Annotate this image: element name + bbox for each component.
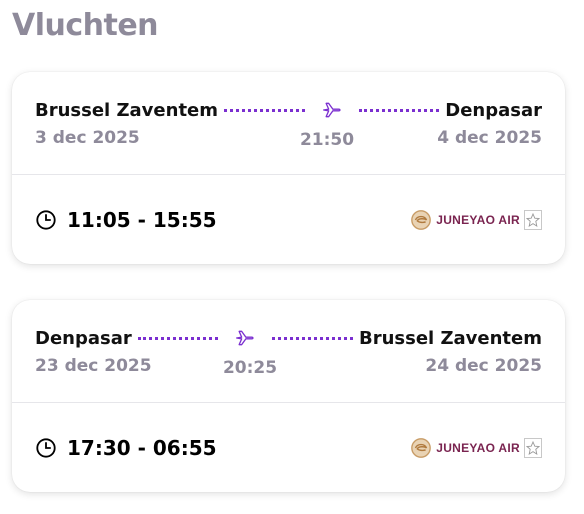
route-dots-right xyxy=(272,336,353,340)
depart-date: 3 dec 2025 xyxy=(35,128,140,148)
route-dots-left xyxy=(224,108,305,112)
section-title: Vluchten xyxy=(12,8,159,43)
route-dots-left xyxy=(137,336,219,340)
flight-card-return[interactable]: Denpasar Brussel Zaventem 23 dec 2025 24… xyxy=(12,300,565,492)
destination-city: Brussel Zaventem xyxy=(358,327,542,349)
arrive-date: 24 dec 2025 xyxy=(425,356,542,376)
juneyao-logo-icon xyxy=(411,438,432,458)
origin-city: Brussel Zaventem xyxy=(35,99,219,121)
arrive-date: 4 dec 2025 xyxy=(437,128,542,148)
plane-icon xyxy=(321,99,343,121)
card-divider xyxy=(12,174,565,175)
flight-times: 11:05 - 15:55 xyxy=(67,208,217,232)
depart-date: 23 dec 2025 xyxy=(35,356,152,376)
flight-duration: 20:25 xyxy=(222,358,278,378)
card-divider xyxy=(12,402,565,403)
juneyao-logo-icon xyxy=(411,210,432,230)
airline-name: JUNEYAO AIR xyxy=(436,441,520,455)
route-row: Brussel Zaventem Denpasar xyxy=(35,98,542,122)
time-row: 17:30 - 06:55 JUNEYAO AIR xyxy=(35,434,542,462)
flight-times: 17:30 - 06:55 xyxy=(67,436,217,460)
plane-icon xyxy=(234,327,256,349)
clock-icon xyxy=(36,438,56,458)
clock-icon xyxy=(36,210,56,230)
date-row: 3 dec 2025 4 dec 2025 xyxy=(35,128,542,150)
route-row: Denpasar Brussel Zaventem xyxy=(35,326,542,350)
airline-logo: JUNEYAO AIR xyxy=(410,209,542,231)
flight-duration: 21:50 xyxy=(299,130,355,150)
date-row: 23 dec 2025 24 dec 2025 xyxy=(35,356,542,378)
flight-card-outbound[interactable]: Brussel Zaventem Denpasar 3 dec 2025 4 d… xyxy=(12,72,565,264)
route-dots-right xyxy=(358,108,440,112)
destination-city: Denpasar xyxy=(445,99,542,121)
origin-city: Denpasar xyxy=(35,327,132,349)
time-row: 11:05 - 15:55 JUNEYAO AIR xyxy=(35,206,542,234)
airline-badge-icon xyxy=(524,438,542,458)
airline-logo: JUNEYAO AIR xyxy=(410,437,542,459)
airline-name: JUNEYAO AIR xyxy=(436,213,520,227)
airline-badge-icon xyxy=(524,210,542,230)
